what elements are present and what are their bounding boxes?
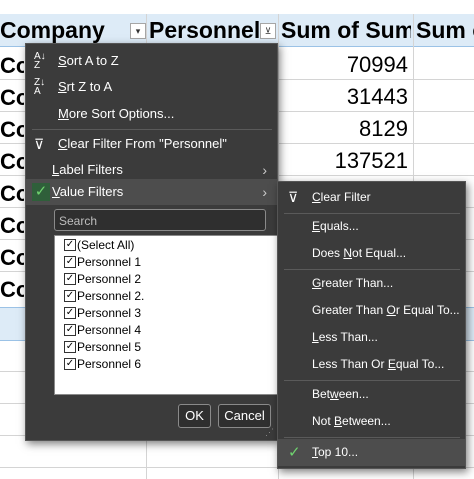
row-company-cell: Co xyxy=(0,149,24,174)
list-item[interactable]: ✓ Personnel 5 xyxy=(64,339,141,355)
header-personnel: Personnel xyxy=(149,17,261,43)
checkbox-icon[interactable]: ✓ xyxy=(64,273,76,285)
top-10-item[interactable]: ✓ Top 10... xyxy=(278,439,465,466)
checkbox-icon[interactable]: ✓ xyxy=(64,256,76,268)
sum-value-cell: 137521 xyxy=(334,148,408,173)
sub-clear-filter-item[interactable]: ⊽ Clear Filter xyxy=(278,184,465,211)
personnel-filter-button[interactable]: ⊻ xyxy=(260,23,276,39)
sort-a-to-z-item[interactable]: A↓ Z Sort A to Z xyxy=(26,48,277,74)
row-company-cell: Co xyxy=(0,85,24,110)
not-between-item[interactable]: Not Between... xyxy=(278,408,465,435)
cancel-button[interactable]: Cancel xyxy=(218,404,271,428)
row-company-cell: Co xyxy=(0,53,24,78)
sort-descending-icon: Z↓ A xyxy=(34,77,46,97)
checkbox-icon[interactable]: ✓ xyxy=(64,307,76,319)
value-list: ✓ (Select All) ✓ Personnel 1 ✓ Personnel 2 … xyxy=(54,235,300,395)
checkbox-icon[interactable]: ✓ xyxy=(64,358,76,370)
does-not-equal-item[interactable]: Does Not Equal... xyxy=(278,240,465,267)
clear-filter-icon: ⊽ xyxy=(288,189,299,205)
resize-grip-icon[interactable]: ⋰ xyxy=(265,427,274,438)
sort-ascending-icon: A↓ Z xyxy=(34,51,46,71)
clear-filter-icon: ⊽ xyxy=(34,136,45,152)
checkbox-icon[interactable]: ✓ xyxy=(64,341,76,353)
list-item[interactable]: ✓ (Select All) xyxy=(64,237,134,253)
header-sum-of-sum: Sum of Sum xyxy=(281,17,411,43)
between-item[interactable]: Between... xyxy=(278,381,465,408)
header-company: Company xyxy=(0,17,105,43)
less-than-or-equal-item[interactable]: Less Than Or Equal To... xyxy=(278,351,465,378)
filter-dropdown-menu: A↓ Z Sort A to Z Z↓ A Srt Z to A More Sort… xyxy=(25,43,300,441)
checkbox-icon[interactable]: ✓ xyxy=(64,324,76,336)
list-item[interactable]: ✓ Personnel 3 xyxy=(64,305,141,321)
list-item[interactable]: ✓ Personnel 1 xyxy=(64,254,141,270)
equals-item[interactable]: Equals... xyxy=(278,213,465,240)
row-company-cell: Co xyxy=(0,213,24,238)
checkbox-icon[interactable]: ✓ xyxy=(64,239,76,251)
more-sort-options-item[interactable]: More Sort Options... xyxy=(26,101,277,127)
checkmark-icon: ✓ xyxy=(32,183,50,201)
row-company-cell: Co xyxy=(0,245,24,270)
sum-value-cell: 70994 xyxy=(346,52,408,77)
row-company-cell: Co xyxy=(0,277,24,302)
value-filters-submenu: ⊽ Clear Filter Equals... Does Not Equal.… xyxy=(277,181,466,469)
search-input[interactable]: Search xyxy=(54,209,266,231)
value-filters-item[interactable]: ✓ Value Filters › xyxy=(26,179,277,205)
greater-than-item[interactable]: Greater Than... xyxy=(278,270,465,297)
list-item[interactable]: ✓ Personnel 2. xyxy=(64,288,144,304)
ok-button[interactable]: OK xyxy=(178,404,211,428)
less-than-item[interactable]: Less Than... xyxy=(278,324,465,351)
sort-z-to-a-item[interactable]: Z↓ A Srt Z to A xyxy=(26,74,277,100)
greater-than-or-equal-item[interactable]: Greater Than Or Equal To... xyxy=(278,297,465,324)
checkbox-icon[interactable]: ✓ xyxy=(64,290,76,302)
row-company-cell: Co xyxy=(0,117,24,142)
company-filter-button[interactable]: ▾ xyxy=(130,23,146,39)
list-item[interactable]: ✓ Personnel 4 xyxy=(64,322,141,338)
list-item[interactable]: ✓ Personnel 6 xyxy=(64,356,141,372)
header-sum-of-sum-2: Sum o xyxy=(416,17,474,43)
chevron-right-icon: › xyxy=(262,184,267,200)
row-company-cell: Co xyxy=(0,181,24,206)
sum-value-cell: 8129 xyxy=(359,116,408,141)
clear-filter-item[interactable]: ⊽ Clear Filter From "Personnel" xyxy=(26,131,277,157)
list-item[interactable]: ✓ Personnel 2 xyxy=(64,271,141,287)
sum-value-cell: 31443 xyxy=(346,84,408,109)
checkmark-icon: ✓ xyxy=(288,444,301,461)
